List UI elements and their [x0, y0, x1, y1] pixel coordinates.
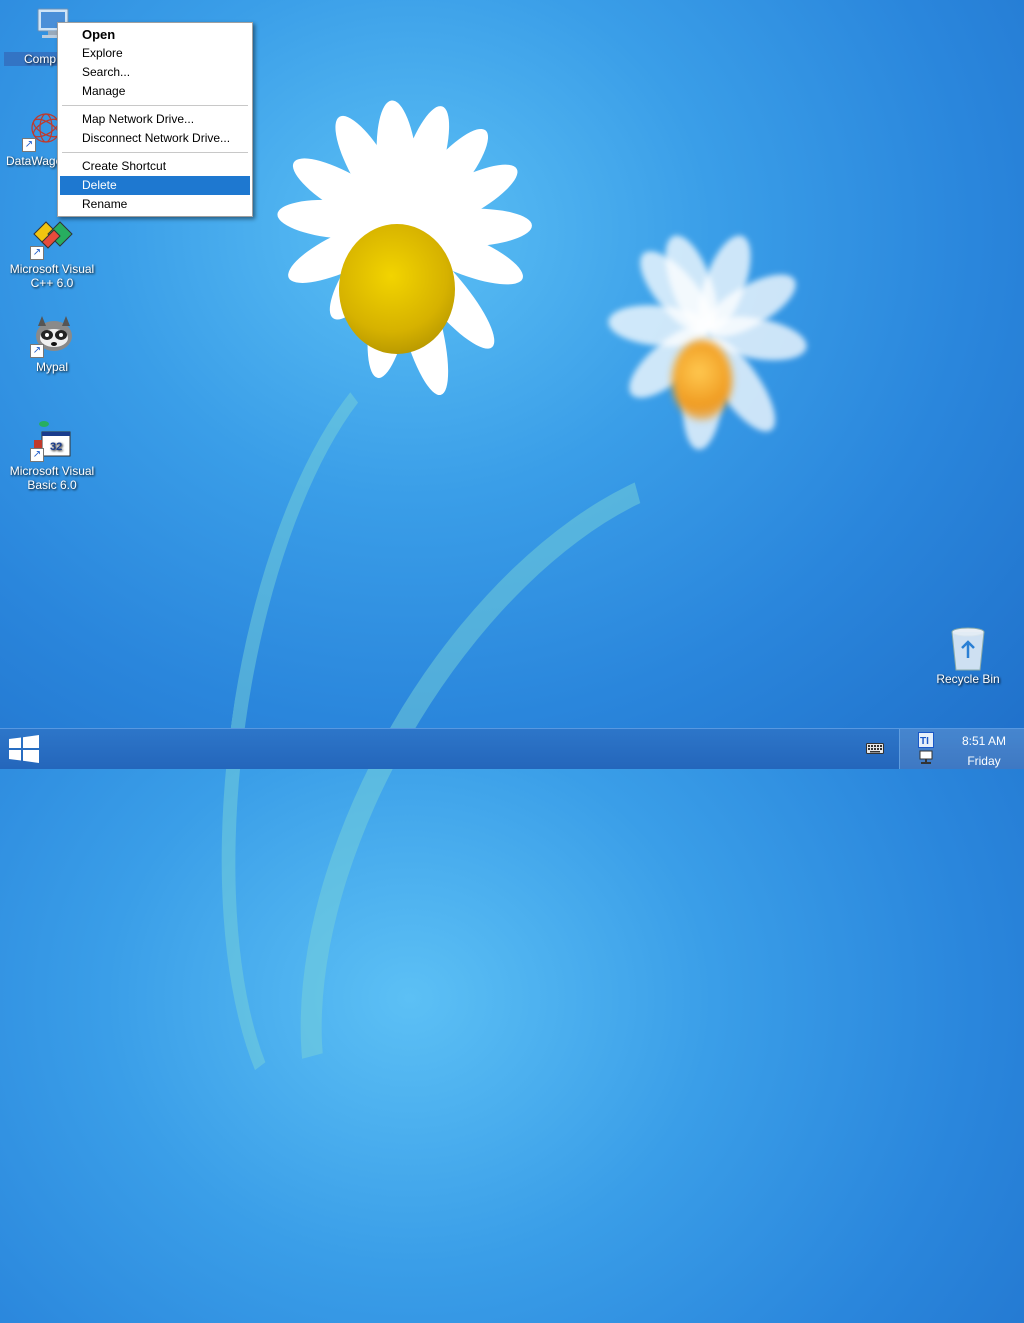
visual-cpp-icon: ↗ [30, 216, 74, 260]
menu-separator [62, 105, 248, 106]
svg-text:32: 32 [50, 441, 62, 453]
shortcut-arrow-icon: ↗ [30, 246, 44, 260]
menu-item-explore[interactable]: Explore [60, 44, 250, 63]
clock[interactable]: 8:51 AM Friday [962, 731, 1006, 771]
mypal-raccoon-icon: ↗ [30, 314, 74, 358]
desktop-icon-recycle-bin[interactable]: Recycle Bin [920, 626, 1016, 686]
menu-item-open[interactable]: Open [60, 25, 250, 44]
menu-item-manage[interactable]: Manage [60, 82, 250, 101]
desktop-icon-visual-cpp[interactable]: ↗ Microsoft Visual C++ 6.0 [4, 216, 100, 290]
menu-item-map-network-drive[interactable]: Map Network Drive... [60, 110, 250, 129]
windows-logo-icon [9, 735, 39, 763]
menu-item-rename[interactable]: Rename [60, 195, 250, 214]
desktop-icon-label: Comp [4, 52, 58, 66]
desktop-icon-label: Microsoft Visual Basic 6.0 [9, 464, 95, 492]
context-menu: Open Explore Search... Manage Map Networ… [57, 22, 253, 217]
desktop-icon-label: Recycle Bin [936, 672, 1000, 686]
shortcut-arrow-icon: ↗ [22, 138, 36, 152]
shortcut-arrow-icon: ↗ [30, 448, 44, 462]
menu-item-create-shortcut[interactable]: Create Shortcut [60, 157, 250, 176]
network-icon[interactable] [918, 750, 934, 766]
menu-item-search[interactable]: Search... [60, 63, 250, 82]
tray-app-icon[interactable]: TI [918, 732, 934, 748]
start-button[interactable] [0, 729, 48, 769]
recycle-bin-icon [946, 626, 990, 671]
clock-time: 8:51 AM [961, 734, 1006, 748]
svg-text:TI: TI [920, 736, 929, 747]
menu-item-delete[interactable]: Delete [60, 176, 250, 195]
desktop-icon-label: Mypal [35, 360, 68, 374]
menu-item-disconnect-network-drive[interactable]: Disconnect Network Drive... [60, 129, 250, 148]
menu-separator [62, 152, 248, 153]
taskbar: TI 8:51 AM Friday [0, 728, 1024, 769]
desktop-icon-mypal[interactable]: ↗ Mypal [4, 314, 100, 374]
system-tray: TI 8:51 AM Friday [899, 729, 1024, 769]
desktop-icon-visual-basic[interactable]: 32 ↗ Microsoft Visual Basic 6.0 [4, 418, 100, 492]
keyboard-icon[interactable] [866, 741, 884, 760]
shortcut-arrow-icon: ↗ [30, 344, 44, 358]
desktop-icon-label: Microsoft Visual C++ 6.0 [9, 262, 95, 290]
visual-basic-icon: 32 ↗ [30, 418, 74, 462]
clock-day: Friday [967, 754, 1001, 768]
